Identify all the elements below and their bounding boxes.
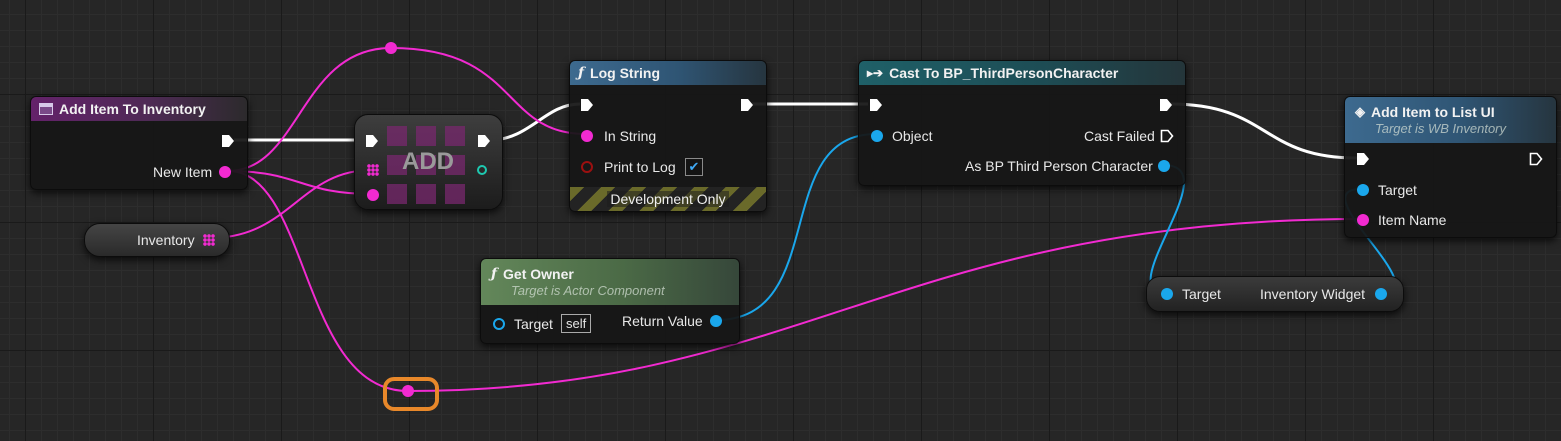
target-array-pin[interactable] xyxy=(367,164,379,176)
node-subtitle: Target is Actor Component xyxy=(511,283,665,298)
wires-layer xyxy=(209,42,1397,411)
node-header: ƒ Log String xyxy=(570,61,766,85)
inventory-label: Inventory xyxy=(137,232,195,248)
node-title: Get Owner xyxy=(503,266,574,282)
add-label: ADD xyxy=(402,148,454,175)
exec-out-pin[interactable] xyxy=(740,98,754,112)
cast-node[interactable]: ▸➔ Cast To BP_ThirdPersonCharacter Objec… xyxy=(858,60,1186,186)
exec-out-pin[interactable] xyxy=(477,134,491,148)
exec-wire xyxy=(489,102,581,142)
reroute-top[interactable] xyxy=(385,42,397,54)
get-owner-node[interactable]: ƒ Get Owner Target is Actor Component Tar… xyxy=(480,258,740,344)
exec-wire xyxy=(1169,102,1358,160)
cast-arrows-icon: ▸➔ xyxy=(867,66,884,80)
target-label: Target xyxy=(1182,286,1221,302)
new-item-label: New Item xyxy=(153,164,213,180)
target-pin[interactable] xyxy=(493,318,505,330)
exec-out-pin[interactable] xyxy=(1159,98,1173,112)
return-value-label: Return Value xyxy=(622,313,703,329)
target-pin[interactable] xyxy=(1357,184,1369,196)
item-name-label: Item Name xyxy=(1378,212,1447,228)
exec-out-pin[interactable] xyxy=(221,134,235,148)
cast-failed-exec-pin[interactable] xyxy=(1160,129,1174,143)
event-node-add-item-to-inventory[interactable]: Add Item To Inventory New Item xyxy=(30,96,248,190)
inventory-widget-label: Inventory Widget xyxy=(1260,286,1366,302)
exec-in-pin[interactable] xyxy=(365,134,379,148)
node-header: Add Item To Inventory xyxy=(31,97,247,121)
inventory-widget-pin[interactable] xyxy=(1375,288,1387,300)
exec-out-pin[interactable] xyxy=(1529,152,1543,166)
item-name-pin[interactable] xyxy=(1357,214,1369,226)
print-to-log-checkbox[interactable]: ✔ xyxy=(685,158,703,176)
as-bp-third-person-character-pin[interactable] xyxy=(1158,160,1170,172)
object-label: Object xyxy=(892,128,933,144)
object-pin[interactable] xyxy=(871,130,883,142)
node-header: ƒ Get Owner Target is Actor Component xyxy=(481,259,739,305)
print-to-log-pin[interactable] xyxy=(581,161,593,173)
node-header: ▸➔ Cast To BP_ThirdPersonCharacter xyxy=(859,61,1185,85)
reroute-bottom[interactable] xyxy=(402,385,414,397)
add-item-to-list-ui-node[interactable]: ◈ Add Item to List UI Target is WB Invent… xyxy=(1344,96,1557,238)
new-item-in-pin[interactable] xyxy=(367,189,379,201)
target-label: Target xyxy=(1378,182,1417,198)
event-box-icon xyxy=(39,103,53,115)
target-label: Target xyxy=(514,316,553,332)
in-string-pin[interactable] xyxy=(581,130,593,142)
function-f-icon: ƒ xyxy=(491,266,498,282)
new-item-pin[interactable] xyxy=(219,166,231,178)
message-diamond-icon: ◈ xyxy=(1355,104,1365,119)
return-value-pin[interactable] xyxy=(710,315,722,327)
inventory-variable-node[interactable]: Inventory xyxy=(84,223,230,257)
node-title: Cast To BP_ThirdPersonCharacter xyxy=(889,65,1119,81)
node-header: ◈ Add Item to List UI Target is WB Invent… xyxy=(1345,97,1556,143)
self-default: self xyxy=(561,314,592,333)
cast-failed-label: Cast Failed xyxy=(1084,128,1155,144)
exec-in-pin[interactable] xyxy=(869,98,883,112)
array-grid-icon[interactable] xyxy=(203,234,215,246)
node-subtitle: Target is WB Inventory xyxy=(1375,121,1507,136)
log-string-node[interactable]: ƒ Log String In String Print to Log ✔ De… xyxy=(569,60,767,212)
checkmark-icon: ✔ xyxy=(688,159,700,174)
exec-in-pin[interactable] xyxy=(580,98,594,112)
function-f-icon: ƒ xyxy=(578,65,585,81)
new-item-to-add-wire xyxy=(227,170,373,195)
target-pin[interactable] xyxy=(1161,288,1173,300)
array-add-node[interactable]: ADD xyxy=(354,114,503,210)
exec-in-pin[interactable] xyxy=(1356,152,1370,166)
inventory-widget-getter-node[interactable]: Target Inventory Widget xyxy=(1146,276,1404,312)
index-out-pin[interactable] xyxy=(477,165,487,175)
node-title: Add Item to List UI xyxy=(1371,104,1495,120)
development-only-banner: Development Only xyxy=(570,187,766,211)
print-to-log-label: Print to Log xyxy=(604,159,676,175)
in-string-label: In String xyxy=(604,128,657,144)
node-title: Log String xyxy=(590,65,661,81)
node-title: Add Item To Inventory xyxy=(59,101,206,117)
as-bp-third-person-character-label: As BP Third Person Character xyxy=(965,158,1153,174)
